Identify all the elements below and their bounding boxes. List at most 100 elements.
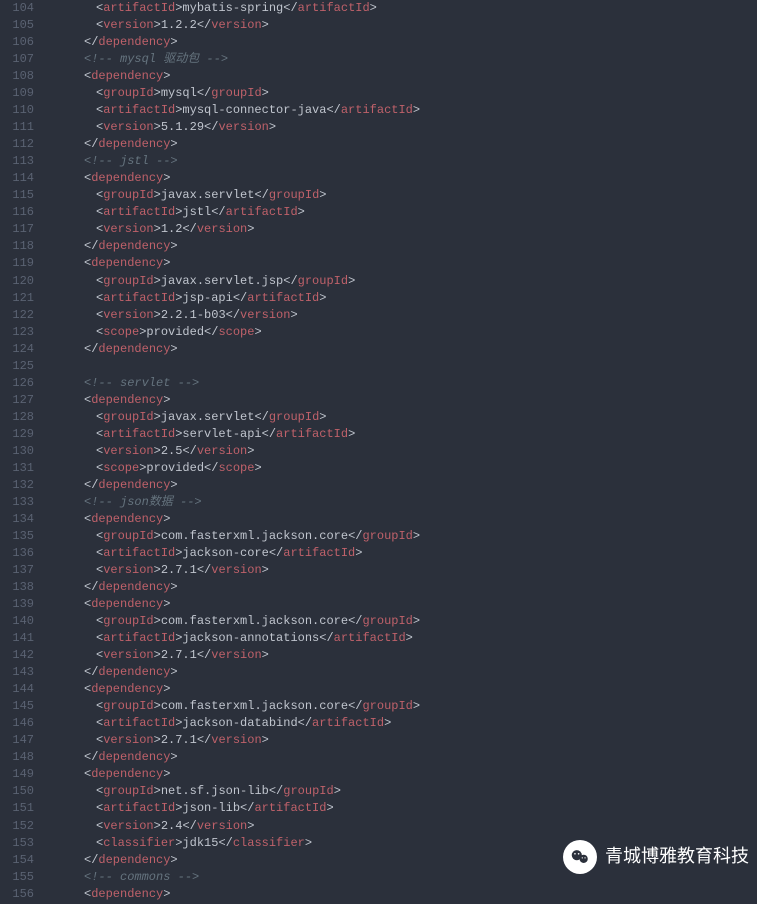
token-tag: artifactId [103, 546, 175, 560]
token-pun: > [319, 291, 326, 305]
line-number: 150 [0, 783, 34, 800]
code-line[interactable]: <artifactId>jackson-databind</artifactId… [48, 715, 757, 732]
token-pun: </ [182, 222, 196, 236]
token-pun: </ [84, 239, 98, 253]
token-pun: > [262, 648, 269, 662]
code-line[interactable]: <version>2.5</version> [48, 443, 757, 460]
token-pun: > [170, 665, 177, 679]
token-tag: classifier [103, 836, 175, 850]
token-tag: version [211, 733, 261, 747]
code-line[interactable]: <artifactId>jsp-api</artifactId> [48, 290, 757, 307]
token-pun: > [384, 716, 391, 730]
code-line[interactable]: </dependency> [48, 579, 757, 596]
line-number: 143 [0, 664, 34, 681]
token-pun: > [154, 699, 161, 713]
code-line[interactable]: <version>2.7.1</version> [48, 647, 757, 664]
token-tag: artifactId [103, 716, 175, 730]
code-line[interactable]: <!-- json数据 --> [48, 494, 757, 511]
token-tag: artifactId [312, 716, 384, 730]
token-tag: dependency [98, 580, 170, 594]
code-line[interactable]: <dependency> [48, 392, 757, 409]
code-line[interactable]: <groupId>com.fasterxml.jackson.core</gro… [48, 613, 757, 630]
wechat-icon [563, 840, 597, 874]
token-pun: </ [197, 648, 211, 662]
code-line[interactable]: </dependency> [48, 664, 757, 681]
code-line[interactable] [48, 358, 757, 375]
code-line[interactable]: <artifactId>servlet-api</artifactId> [48, 426, 757, 443]
code-line[interactable]: <artifactId>jstl</artifactId> [48, 204, 757, 221]
code-line[interactable]: <!-- servlet --> [48, 375, 757, 392]
code-line[interactable]: <groupId>javax.servlet.jsp</groupId> [48, 273, 757, 290]
code-line[interactable]: <dependency> [48, 681, 757, 698]
token-pun: > [154, 819, 161, 833]
code-line[interactable]: <version>2.4</version> [48, 818, 757, 835]
code-line[interactable]: <artifactId>json-lib</artifactId> [48, 800, 757, 817]
code-line[interactable]: <version>2.7.1</version> [48, 732, 757, 749]
line-number: 115 [0, 187, 34, 204]
token-pun: > [154, 614, 161, 628]
code-line[interactable]: <artifactId>jackson-core</artifactId> [48, 545, 757, 562]
line-number: 114 [0, 170, 34, 187]
code-line[interactable]: <version>2.7.1</version> [48, 562, 757, 579]
code-line[interactable]: <groupId>mysql</groupId> [48, 85, 757, 102]
token-tag: version [211, 563, 261, 577]
token-tag: artifactId [254, 801, 326, 815]
code-line[interactable]: <scope>provided</scope> [48, 460, 757, 477]
code-line[interactable]: <!-- mysql 驱动包 --> [48, 51, 757, 68]
line-number: 147 [0, 732, 34, 749]
code-line[interactable]: </dependency> [48, 238, 757, 255]
code-line[interactable]: <dependency> [48, 170, 757, 187]
code-content[interactable]: <artifactId>mybatis-spring</artifactId><… [48, 0, 757, 904]
code-line[interactable]: <dependency> [48, 68, 757, 85]
line-number: 106 [0, 34, 34, 51]
line-number-gutter: 1041051061071081091101111121131141151161… [0, 0, 48, 904]
token-tag: dependency [91, 69, 163, 83]
code-line[interactable]: <version>2.2.1-b03</version> [48, 307, 757, 324]
code-line[interactable]: <version>1.2</version> [48, 221, 757, 238]
line-number: 112 [0, 136, 34, 153]
code-line[interactable]: <artifactId>jackson-annotations</artifac… [48, 630, 757, 647]
token-tag: groupId [103, 529, 153, 543]
line-number: 131 [0, 460, 34, 477]
code-line[interactable]: <groupId>com.fasterxml.jackson.core</gro… [48, 528, 757, 545]
code-line[interactable]: <groupId>javax.servlet</groupId> [48, 187, 757, 204]
token-txt: 2.2.1-b03 [161, 308, 226, 322]
code-line[interactable]: </dependency> [48, 136, 757, 153]
token-tag: artifactId [341, 103, 413, 117]
line-number: 126 [0, 375, 34, 392]
code-line[interactable]: <artifactId>mybatis-spring</artifactId> [48, 0, 757, 17]
token-txt: jackson-core [182, 546, 268, 560]
code-line[interactable]: <!-- jstl --> [48, 153, 757, 170]
token-pun: </ [84, 580, 98, 594]
watermark: 青城博雅教育科技 [563, 840, 749, 874]
code-line[interactable]: <groupId>net.sf.json-lib</groupId> [48, 783, 757, 800]
line-number: 130 [0, 443, 34, 460]
token-txt: 1.2.2 [161, 18, 197, 32]
code-line[interactable]: <version>1.2.2</version> [48, 17, 757, 34]
code-line[interactable]: <dependency> [48, 886, 757, 903]
code-line[interactable]: </dependency> [48, 341, 757, 358]
code-line[interactable]: </dependency> [48, 34, 757, 51]
token-pun: > [262, 733, 269, 747]
code-line[interactable]: <groupId>javax.servlet</groupId> [48, 409, 757, 426]
token-tag: version [218, 120, 268, 134]
token-tag: artifactId [103, 1, 175, 15]
code-line[interactable]: <dependency> [48, 596, 757, 613]
token-pun: </ [197, 733, 211, 747]
code-line[interactable]: <scope>provided</scope> [48, 324, 757, 341]
code-line[interactable]: </dependency> [48, 477, 757, 494]
token-tag: dependency [91, 682, 163, 696]
code-line[interactable]: <groupId>com.fasterxml.jackson.core</gro… [48, 698, 757, 715]
code-line[interactable]: <dependency> [48, 511, 757, 528]
code-line[interactable]: </dependency> [48, 749, 757, 766]
line-number: 108 [0, 68, 34, 85]
code-line[interactable]: <artifactId>mysql-connector-java</artifa… [48, 102, 757, 119]
token-tag: version [103, 444, 153, 458]
token-tag: dependency [98, 342, 170, 356]
code-line[interactable]: <dependency> [48, 255, 757, 272]
token-pun: > [154, 308, 161, 322]
code-line[interactable]: <dependency> [48, 766, 757, 783]
token-txt: 2.7.1 [161, 563, 197, 577]
code-line[interactable]: <version>5.1.29</version> [48, 119, 757, 136]
token-tag: version [103, 222, 153, 236]
